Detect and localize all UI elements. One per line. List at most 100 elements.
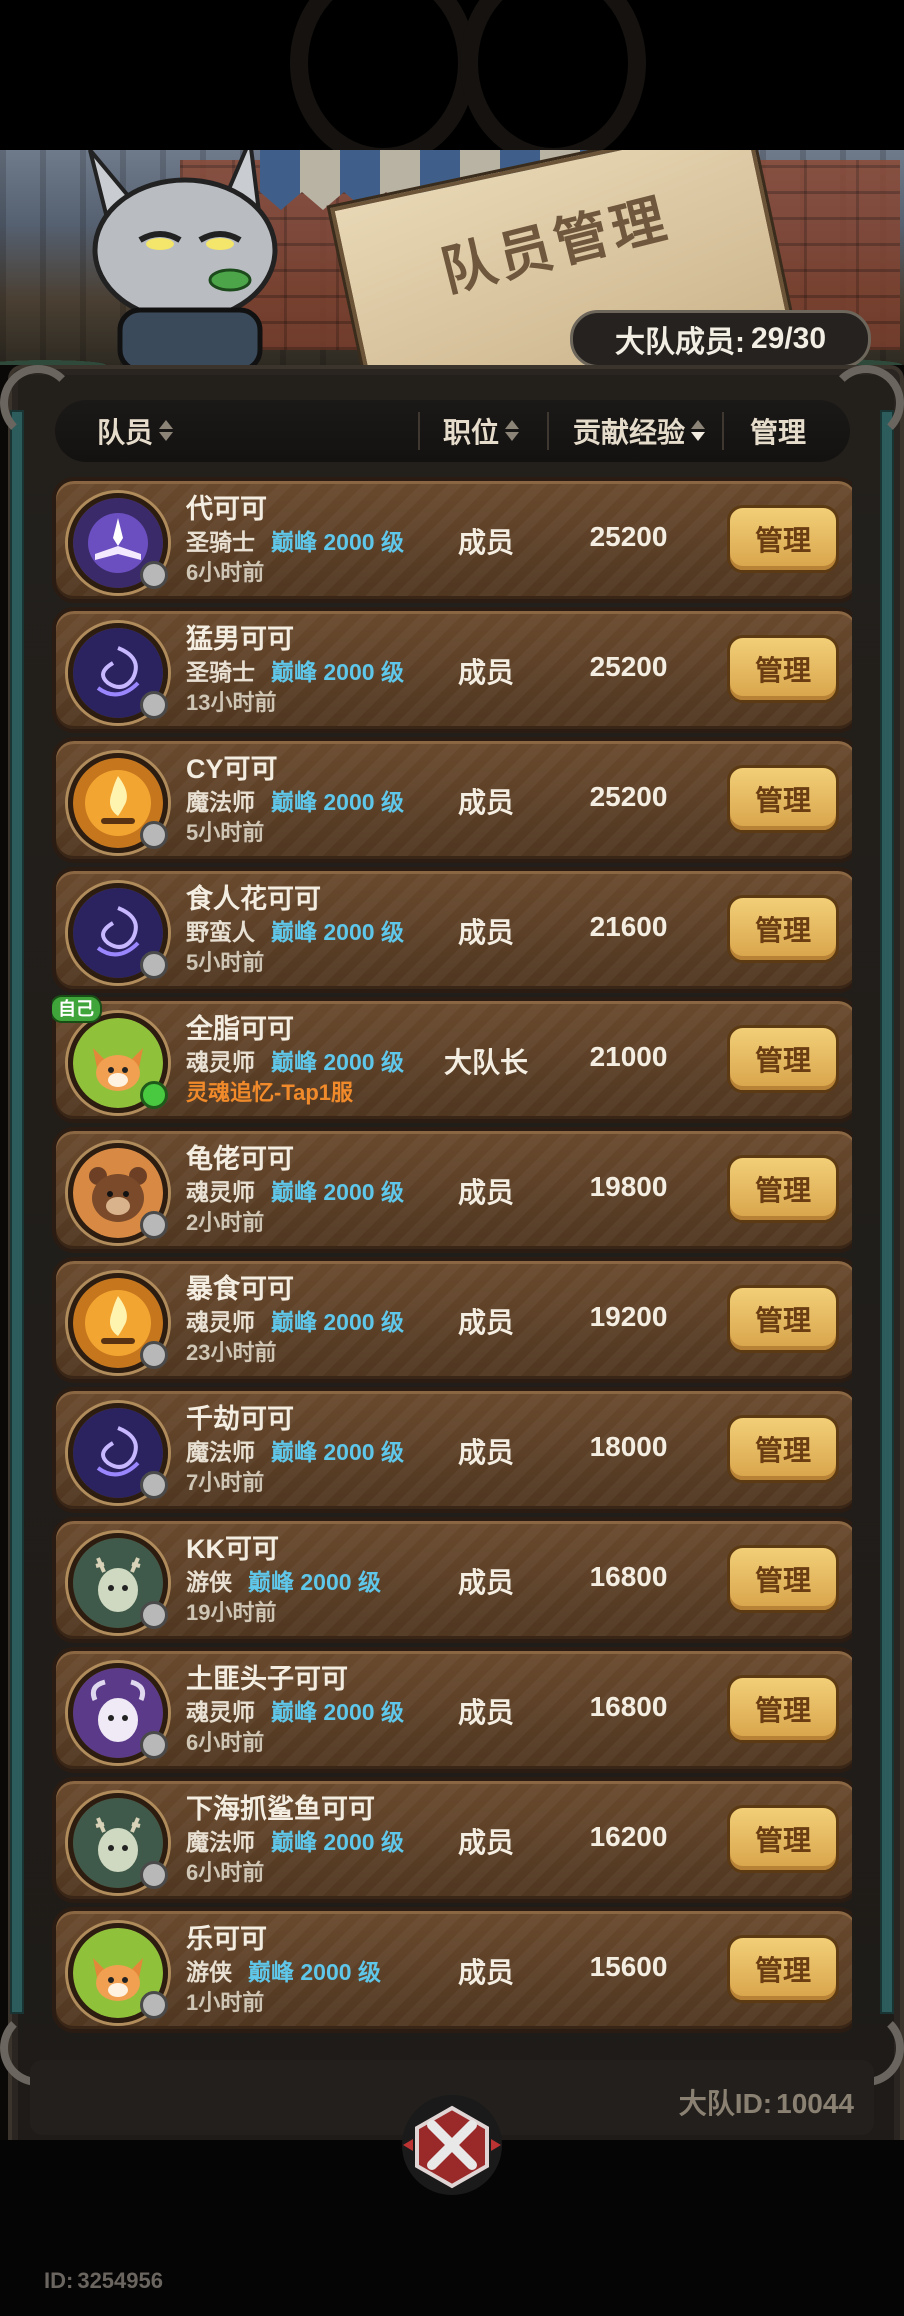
member-name: 全脂可可 [186,1014,294,1044]
manage-button[interactable]: 管理 [727,1155,839,1223]
member-last-seen: 5小时前 [186,820,265,845]
member-name: 乐可可 [186,1924,267,1954]
member-class: 圣骑士 [186,529,255,555]
member-class: 圣骑士 [186,659,255,685]
member-role: 成员 [457,1567,514,1598]
member-class-level: 魂灵师 巅峰 2000 级 [186,1043,404,1077]
manage-button[interactable]: 管理 [727,1025,839,1093]
member-class-level: 魔法师 巅峰 2000 级 [186,783,404,817]
self-badge: 自己 [52,995,102,1023]
cat-mascot-image [88,150,278,365]
member-role: 成员 [457,1177,514,1208]
member-row[interactable]: CY可可 魔法师 巅峰 2000 级 5小时前 成员 25200 管理 [52,737,852,863]
offline-status-icon [140,1471,168,1499]
offline-status-icon [140,561,168,589]
member-class-level: 魂灵师 巅峰 2000 级 [186,1173,404,1207]
member-class-level: 游侠 巅峰 2000 级 [186,1563,381,1597]
offline-status-icon [140,1601,168,1629]
member-role: 成员 [457,657,514,688]
sort-member-button[interactable]: 队员 [97,400,174,462]
member-exp: 21000 [589,1041,668,1072]
member-class: 魂灵师 [186,1309,255,1335]
member-exp: 15600 [589,1951,668,1982]
sort-icon [505,419,520,443]
top-ornament [0,0,904,166]
member-level: 巅峰 2000 级 [271,919,404,945]
header-member: 队员 [97,417,154,448]
sort-exp-button[interactable]: 贡献经验 [573,400,706,462]
manage-button[interactable]: 管理 [727,1675,839,1743]
member-class-level: 魂灵师 巅峰 2000 级 [186,1303,404,1337]
member-class: 游侠 [186,1959,232,1985]
member-class-level: 魂灵师 巅峰 2000 级 [186,1693,404,1727]
member-count-badge: 大队成员: 29/30 [570,310,871,368]
left-rail [10,410,24,2014]
offline-status-icon [140,821,168,849]
offline-status-icon [140,691,168,719]
manage-button[interactable]: 管理 [727,1805,839,1873]
member-row[interactable]: 千劫可可 魔法师 巅峰 2000 级 7小时前 成员 18000 管理 [52,1387,852,1513]
member-row[interactable]: 食人花可可 野蛮人 巅峰 2000 级 5小时前 成员 21600 管理 [52,867,852,993]
member-name: CY可可 [186,754,278,784]
online-status-icon [140,1081,168,1109]
manage-button[interactable]: 管理 [727,505,839,573]
member-level: 巅峰 2000 级 [271,1309,404,1335]
member-role: 成员 [457,917,514,948]
member-exp: 18000 [589,1431,668,1462]
member-row[interactable]: 暴食可可 魂灵师 巅峰 2000 级 23小时前 成员 19200 管理 [52,1257,852,1383]
manage-button[interactable]: 管理 [727,895,839,963]
member-role: 成员 [457,527,514,558]
right-rail [880,410,894,2014]
member-class: 游侠 [186,1569,232,1595]
member-last-seen: 23小时前 [186,1340,277,1365]
member-class: 魔法师 [186,789,255,815]
offline-status-icon [140,1211,168,1239]
header-divider [547,412,549,450]
member-last-seen: 2小时前 [186,1210,265,1235]
member-role: 成员 [457,1957,514,1988]
member-class: 魔法师 [186,1829,255,1855]
manage-button[interactable]: 管理 [727,765,839,833]
member-count-label: 大队成员: [614,326,745,359]
member-row[interactable]: 下海抓鲨鱼可可 魔法师 巅峰 2000 级 6小时前 成员 16200 管理 [52,1777,852,1903]
member-class-level: 圣骑士 巅峰 2000 级 [186,653,404,687]
member-class: 野蛮人 [186,919,255,945]
member-row[interactable]: 土匪头子可可 魂灵师 巅峰 2000 级 6小时前 成员 16800 管理 [52,1647,852,1773]
member-name: 代可可 [186,494,267,524]
member-level: 巅峰 2000 级 [271,659,404,685]
offline-status-icon [140,951,168,979]
member-exp: 16200 [589,1821,668,1852]
manage-button[interactable]: 管理 [727,635,839,703]
member-list[interactable]: 代可可 圣骑士 巅峰 2000 级 6小时前 成员 25200 管理 猛男可可 圣… [52,477,852,2037]
member-name: KK可可 [186,1534,279,1564]
sort-icon [159,419,174,443]
manage-button[interactable]: 管理 [727,1415,839,1483]
close-button[interactable] [397,2090,507,2200]
member-name: 龟佬可可 [186,1144,294,1174]
manage-button[interactable]: 管理 [727,1545,839,1613]
offline-status-icon [140,1991,168,2019]
member-row[interactable]: 乐可可 游侠 巅峰 2000 级 1小时前 成员 15600 管理 [52,1907,852,2033]
member-exp: 25200 [589,521,668,552]
member-name: 暴食可可 [186,1274,294,1304]
member-row[interactable]: 自己 全脂可可 魂灵师 巅峰 2000 级 灵魂追忆-Tap1服 大队长 2100… [52,995,852,1123]
manage-button[interactable]: 管理 [727,1285,839,1353]
member-class: 魂灵师 [186,1049,255,1075]
member-level: 巅峰 2000 级 [271,1049,404,1075]
member-row[interactable]: KK可可 游侠 巅峰 2000 级 19小时前 成员 16800 管理 [52,1517,852,1643]
manage-button[interactable]: 管理 [727,1935,839,2003]
member-last-seen: 6小时前 [186,1730,265,1755]
member-row[interactable]: 龟佬可可 魂灵师 巅峰 2000 级 2小时前 成员 19800 管理 [52,1127,852,1253]
member-role: 成员 [457,1307,514,1338]
sort-role-button[interactable]: 职位 [443,400,520,462]
member-level: 巅峰 2000 级 [248,1959,381,1985]
member-level: 巅峰 2000 级 [271,789,404,815]
member-exp: 16800 [589,1561,668,1592]
member-row[interactable]: 猛男可可 圣骑士 巅峰 2000 级 13小时前 成员 25200 管理 [52,607,852,733]
offline-status-icon [140,1861,168,1889]
team-id-value: 10044 [776,2088,854,2119]
member-row[interactable]: 代可可 圣骑士 巅峰 2000 级 6小时前 成员 25200 管理 [52,477,852,603]
member-level: 巅峰 2000 级 [271,1829,404,1855]
member-exp: 19800 [589,1171,668,1202]
member-name: 土匪头子可可 [186,1664,348,1694]
